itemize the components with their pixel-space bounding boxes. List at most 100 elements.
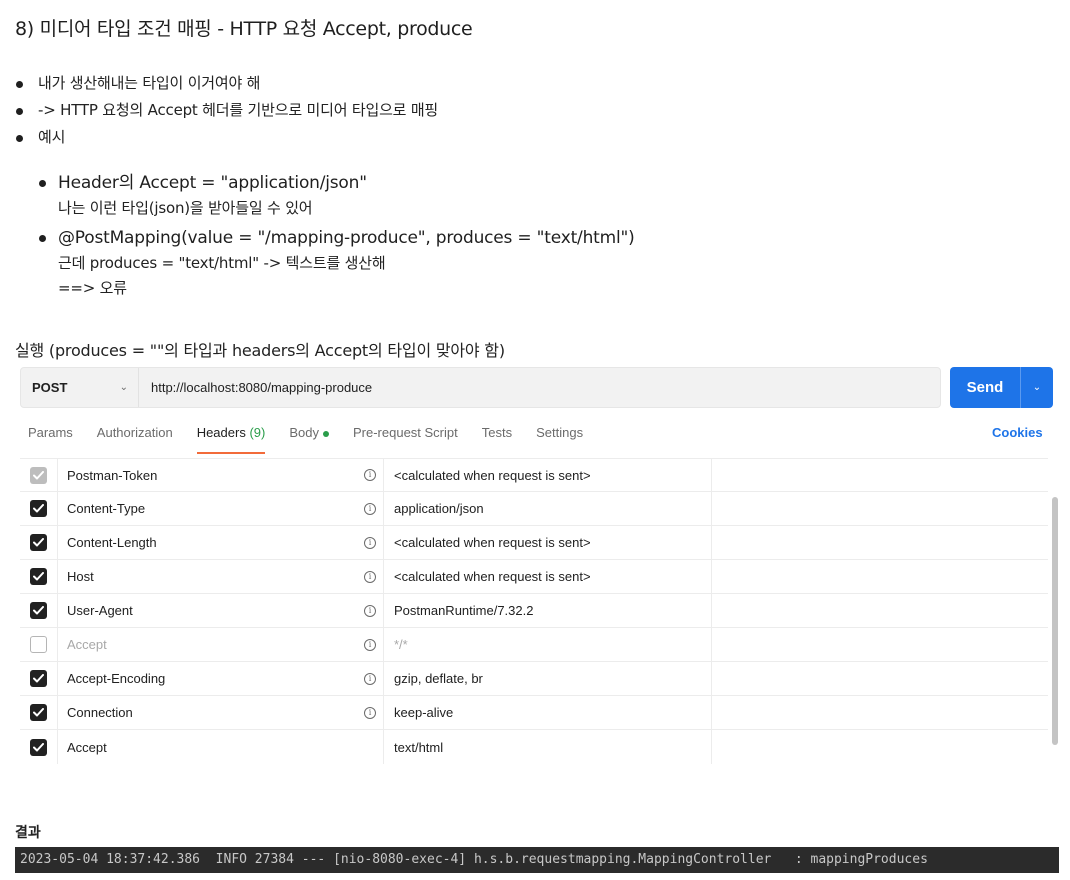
header-description-cell[interactable] <box>712 730 1048 764</box>
header-value: <calculated when request is sent> <box>394 467 591 483</box>
bullet-item: 예시 <box>14 124 438 151</box>
table-row: Content-Type i application/json <box>20 492 1048 526</box>
header-description-cell[interactable] <box>712 526 1048 559</box>
table-row: Accept text/html <box>20 730 1048 764</box>
tab-authorization[interactable]: Authorization <box>97 425 173 451</box>
tab-body-label: Body <box>289 425 319 440</box>
header-value-cell[interactable]: <calculated when request is sent> <box>384 560 712 593</box>
header-key: Content-Type <box>67 501 146 516</box>
checkbox[interactable] <box>30 500 47 517</box>
info-icon[interactable]: i <box>364 502 376 515</box>
checkbox[interactable] <box>30 636 47 653</box>
row-checkbox-cell <box>20 628 58 661</box>
send-button[interactable]: Send ⌄ <box>950 367 1053 408</box>
checkbox[interactable] <box>30 466 47 484</box>
table-row: Accept i */* <box>20 628 1048 662</box>
header-key-cell[interactable]: Connection i <box>58 696 384 729</box>
tab-tests[interactable]: Tests <box>482 425 512 451</box>
info-icon[interactable]: i <box>364 672 376 685</box>
header-key-cell[interactable]: Accept-Encoding i <box>58 662 384 695</box>
headers-count-badge: (9) <box>249 425 266 440</box>
header-value-cell[interactable]: <calculated when request is sent> <box>384 526 712 559</box>
header-key: Connection <box>67 705 133 720</box>
example-desc: 근데 produces = "text/html" -> 텍스트를 생산해 <box>58 254 386 272</box>
checkbox[interactable] <box>30 534 47 551</box>
example-list: Header의 Accept = "application/json" 나는 이… <box>38 170 635 305</box>
header-key-cell[interactable]: Content-Length i <box>58 526 384 559</box>
header-key: Accept <box>67 637 107 652</box>
header-description-cell[interactable] <box>712 492 1048 525</box>
bullet-list: 내가 생산해내는 타입이 이거여야 해 -> HTTP 요청의 Accept 헤… <box>14 70 438 151</box>
table-row: Connection i keep-alive <box>20 696 1048 730</box>
info-icon[interactable]: i <box>364 706 376 719</box>
row-checkbox-cell <box>20 662 58 695</box>
bullet-item: 내가 생산해내는 타입이 이거여야 해 <box>14 70 438 97</box>
header-key: Accept-Encoding <box>67 671 166 686</box>
header-description-cell[interactable] <box>712 696 1048 729</box>
header-description-cell[interactable] <box>712 560 1048 593</box>
header-value-cell[interactable]: <calculated when request is sent> <box>384 459 712 491</box>
header-key-cell[interactable]: Accept <box>58 730 384 764</box>
header-value-cell[interactable]: */* <box>384 628 712 661</box>
tab-headers-label: Headers <box>196 425 246 440</box>
header-value: application/json <box>394 501 484 516</box>
row-checkbox-cell <box>20 459 58 491</box>
execution-title: 실행 (produces = ""의 타입과 headers의 Accept의 … <box>15 341 505 360</box>
header-key-cell[interactable]: Accept i <box>58 628 384 661</box>
header-key: Content-Length <box>67 535 157 550</box>
checkbox[interactable] <box>30 738 47 756</box>
header-value-cell[interactable]: gzip, deflate, br <box>384 662 712 695</box>
checkbox[interactable] <box>30 602 47 619</box>
header-value: text/html <box>394 739 444 755</box>
info-icon[interactable]: i <box>364 570 376 583</box>
status-dot-icon <box>322 430 329 437</box>
page-heading: 8) 미디어 타입 조건 매핑 - HTTP 요청 Accept, produc… <box>15 18 473 40</box>
row-checkbox-cell <box>20 492 58 525</box>
header-key-cell[interactable]: Content-Type i <box>58 492 384 525</box>
row-checkbox-cell <box>20 696 58 729</box>
tab-settings[interactable]: Settings <box>536 425 583 451</box>
info-icon[interactable]: i <box>364 638 376 651</box>
send-label: Send <box>966 379 1004 396</box>
header-value: <calculated when request is sent> <box>394 569 591 584</box>
example-main: @PostMapping(value = "/mapping-produce",… <box>58 228 635 248</box>
header-value-cell[interactable]: text/html <box>384 730 712 764</box>
header-key: User-Agent <box>67 603 133 618</box>
header-key: Accept <box>67 739 107 755</box>
header-description-cell[interactable] <box>712 459 1048 491</box>
tab-prerequest-script[interactable]: Pre-request Script <box>353 425 458 451</box>
info-icon[interactable]: i <box>364 536 376 549</box>
checkbox[interactable] <box>30 670 47 687</box>
scrollbar[interactable] <box>1052 497 1058 745</box>
header-key: Postman-Token <box>67 467 158 483</box>
header-description-cell[interactable] <box>712 662 1048 695</box>
chevron-down-icon[interactable]: ⌄ <box>1021 382 1053 393</box>
header-value-cell[interactable]: application/json <box>384 492 712 525</box>
header-value: gzip, deflate, br <box>394 671 483 686</box>
tab-headers[interactable]: Headers (9) <box>196 425 266 454</box>
checkbox[interactable] <box>30 704 47 721</box>
chevron-down-icon: ⌄ <box>119 382 128 393</box>
header-description-cell[interactable] <box>712 594 1048 627</box>
table-row: Content-Length i <calculated when request … <box>20 526 1048 560</box>
url-input[interactable]: http://localhost:8080/mapping-produce <box>139 380 372 395</box>
tab-body[interactable]: Body <box>289 425 329 451</box>
cookies-link[interactable]: Cookies <box>992 425 1043 440</box>
header-key-cell[interactable]: User-Agent i <box>58 594 384 627</box>
checkbox[interactable] <box>30 568 47 585</box>
row-checkbox-cell <box>20 560 58 593</box>
header-key-cell[interactable]: Host i <box>58 560 384 593</box>
table-row: User-Agent i PostmanRuntime/7.32.2 <box>20 594 1048 628</box>
info-icon[interactable]: i <box>364 604 376 617</box>
request-tabs: Params Authorization Headers (9) Body Pr… <box>28 425 607 454</box>
info-icon[interactable]: i <box>364 469 376 481</box>
header-key-cell[interactable]: Postman-Token i <box>58 459 384 491</box>
header-description-cell[interactable] <box>712 628 1048 661</box>
header-value-cell[interactable]: PostmanRuntime/7.32.2 <box>384 594 712 627</box>
tab-params[interactable]: Params <box>28 425 73 451</box>
header-value-cell[interactable]: keep-alive <box>384 696 712 729</box>
request-url-bar: POST ⌄ http://localhost:8080/mapping-pro… <box>20 367 941 408</box>
method-select[interactable]: POST ⌄ <box>21 368 139 407</box>
row-checkbox-cell <box>20 730 58 764</box>
header-value: PostmanRuntime/7.32.2 <box>394 603 534 618</box>
